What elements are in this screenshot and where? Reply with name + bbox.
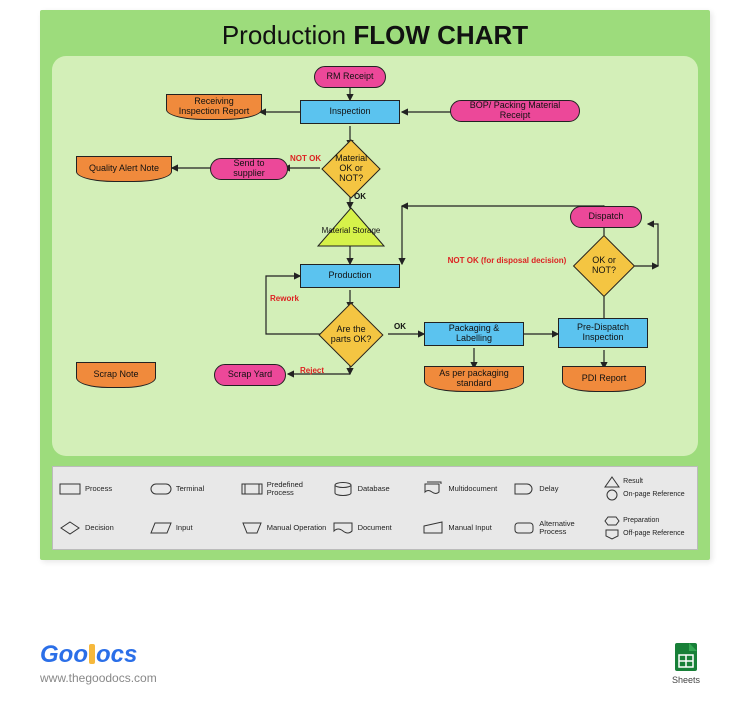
label-not-ok-disposal: NOT OK (for disposal decision) <box>442 256 572 265</box>
node-inspection: Inspection <box>300 100 400 124</box>
title-word-production: Production <box>222 20 346 50</box>
title-word-flowchart: FLOW CHART <box>353 20 528 50</box>
google-sheets-badge: Sheets <box>672 641 700 685</box>
legend-prep-offpage: Preparation Off-page Reference <box>604 510 691 545</box>
legend-delay: Delay <box>513 471 600 506</box>
brand-logo: Gooocs <box>40 641 157 669</box>
flowchart-panel: NOT OK OK OK Rework Reject NOT OK (for d… <box>52 56 698 456</box>
legend-input: Input <box>150 510 237 545</box>
node-scrap-note: Scrap Note <box>76 362 156 388</box>
legend-document: Document <box>332 510 419 545</box>
legend-result-onpage: Result On-page Reference <box>604 471 691 506</box>
node-scrap-yard: Scrap Yard <box>214 364 286 386</box>
node-production: Production <box>300 264 400 288</box>
legend-decision: Decision <box>59 510 146 545</box>
brand-part-1: Goo <box>40 641 88 668</box>
sheets-label: Sheets <box>672 675 700 685</box>
brand-part-2: ocs <box>96 641 137 668</box>
label-ok-2: OK <box>394 322 406 331</box>
node-ok-or-not: OK or NOT? <box>573 235 635 297</box>
legend-alt-process: Alternative Process <box>513 510 600 545</box>
node-send-supplier: Send to supplier <box>210 158 288 180</box>
legend-manual-op: Manual Operation <box>241 510 328 545</box>
node-bop: BOP/ Packing Material Receipt <box>450 100 580 122</box>
flowchart-sheet: Production FLOW CHART <box>40 10 710 560</box>
label-rework: Rework <box>270 294 299 303</box>
label-reject: Reject <box>300 366 324 375</box>
legend-multidoc: Multidocument <box>422 471 509 506</box>
node-quality-alert: Quality Alert Note <box>76 156 172 182</box>
brand-url: www.thegoodocs.com <box>40 671 157 685</box>
legend-predefined: Predefined Process <box>241 471 328 506</box>
legend-terminal: Terminal <box>150 471 237 506</box>
node-pre-dispatch: Pre-Dispatch Inspection <box>558 318 648 348</box>
chart-title: Production FLOW CHART <box>40 10 710 57</box>
legend-panel: Process Terminal Predefined Process Data… <box>52 466 698 550</box>
node-packaging: Packaging & Labelling <box>424 322 524 346</box>
node-dispatch: Dispatch <box>570 206 642 228</box>
label-not-ok-1: NOT OK <box>290 154 321 163</box>
node-material-storage: Material Storage <box>316 218 386 244</box>
node-pdi-report: PDI Report <box>562 366 646 392</box>
node-receiving-report: Receiving Inspection Report <box>166 94 262 120</box>
node-material-ok: Material OK or NOT? <box>321 139 380 198</box>
legend-database: Database <box>332 471 419 506</box>
legend-process: Process <box>59 471 146 506</box>
node-rm-receipt: RM Receipt <box>314 66 386 88</box>
sheets-icon <box>673 641 699 673</box>
node-as-per-packaging: As per packaging standard <box>424 366 524 392</box>
brand-bar-icon <box>89 644 95 664</box>
footer: Gooocs www.thegoodocs.com <box>40 641 157 685</box>
legend-manual-input: Manual Input <box>422 510 509 545</box>
node-parts-ok: Are the parts OK? <box>318 302 383 367</box>
